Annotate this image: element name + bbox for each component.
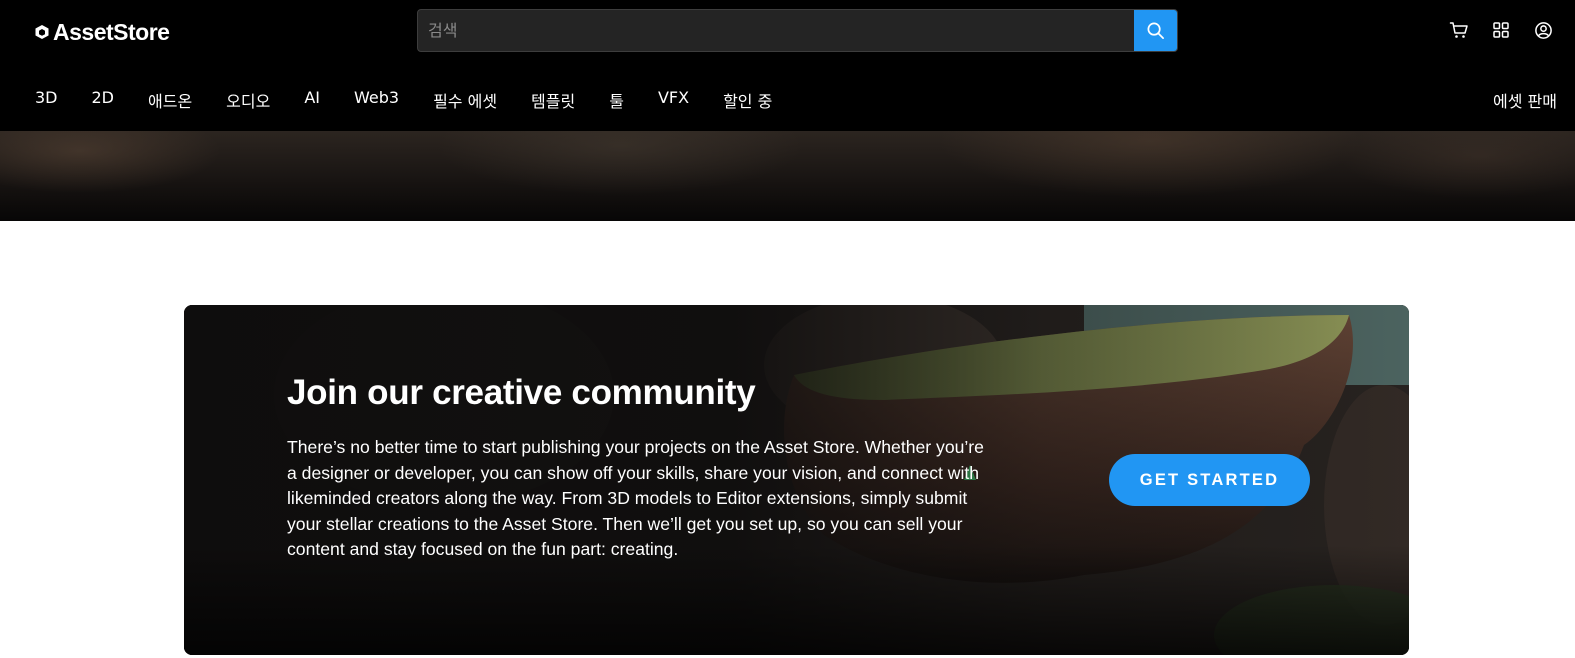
unity-logo-icon (35, 25, 49, 39)
search-icon (1147, 22, 1164, 39)
nav-item-2d[interactable]: 2D (92, 88, 115, 112)
search-button[interactable] (1134, 10, 1177, 51)
apps-button[interactable] (1491, 19, 1511, 41)
logo-text: AssetStore (53, 18, 170, 45)
asset-store-logo[interactable]: AssetStore (34, 17, 170, 47)
nav-item-vfx[interactable]: VFX (658, 88, 689, 112)
nav-item-addons[interactable]: 애드온 (148, 88, 192, 112)
nav-item-essentials[interactable]: 필수 에셋 (433, 88, 497, 112)
nav-item-3d[interactable]: 3D (35, 88, 58, 112)
nav-item-sale[interactable]: 할인 중 (723, 88, 772, 112)
account-button[interactable] (1533, 19, 1553, 41)
banner-description: There’s no better time to start publishi… (287, 437, 984, 559)
sell-assets-link[interactable]: 에셋 판매 (1493, 88, 1557, 112)
cart-button[interactable] (1449, 19, 1469, 41)
cart-icon (1449, 22, 1468, 38)
account-icon (1534, 21, 1552, 39)
nav-item-templates[interactable]: 템플릿 (531, 88, 575, 112)
hero-image-strip (0, 131, 1575, 221)
nav-item-tools[interactable]: 툴 (609, 88, 624, 112)
top-header: AssetStore 검색 3D 2D 애드온 오디오 AI Web3 필수 에… (0, 0, 1575, 131)
category-nav: 3D 2D 애드온 오디오 AI Web3 필수 에셋 템플릿 툴 VFX 할인… (35, 88, 806, 112)
publisher-banner: Join our creative community There’s no b… (184, 305, 1409, 655)
get-started-button[interactable]: GET STARTED (1109, 454, 1310, 506)
banner-title: Join our creative community (287, 373, 756, 412)
nav-item-web3[interactable]: Web3 (354, 88, 399, 112)
search-bar (417, 9, 1178, 52)
nav-item-audio[interactable]: 오디오 (226, 88, 270, 112)
apps-grid-icon (1493, 22, 1509, 38)
nav-item-ai[interactable]: AI (304, 88, 320, 112)
search-input[interactable] (418, 10, 1134, 51)
header-actions (1449, 19, 1553, 41)
